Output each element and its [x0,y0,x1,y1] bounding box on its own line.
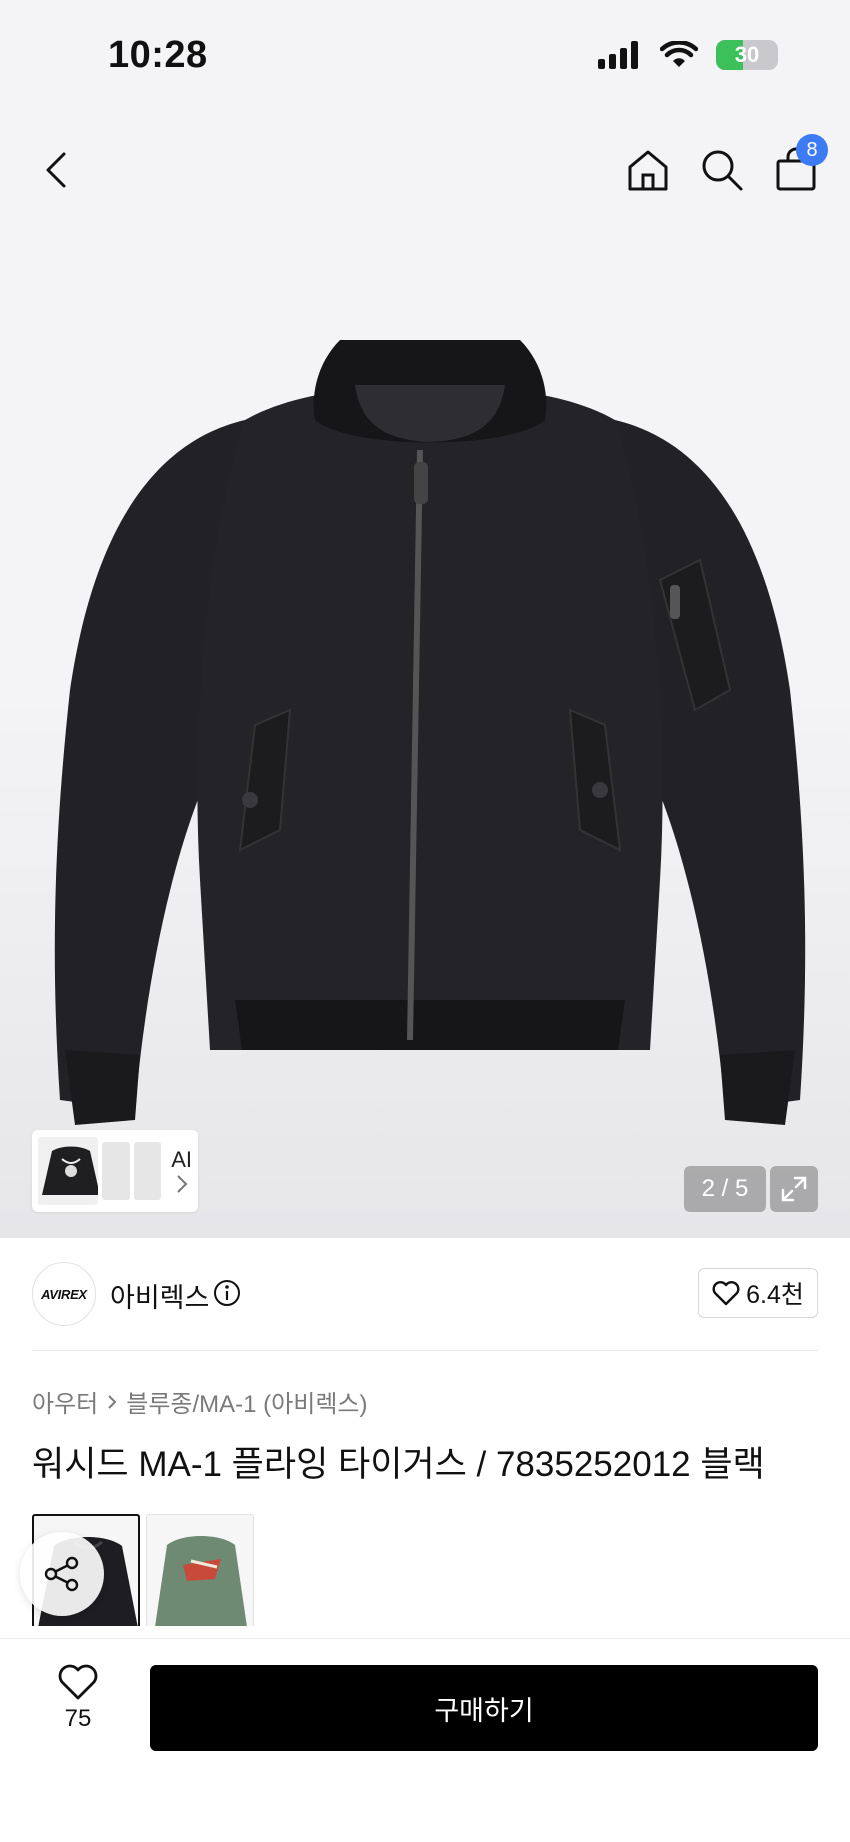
bottom-action-bar: 75 구매하기 [0,1638,850,1842]
info-icon[interactable] [212,1278,242,1308]
chevron-right-icon [176,1175,187,1193]
battery-level: 30 [734,42,760,67]
brand-like-button[interactable]: 6.4천 [698,1268,818,1318]
buy-button[interactable]: 구매하기 [150,1665,818,1751]
breadcrumb-subcategory[interactable]: 블루종/MA-1 (아비렉스) [126,1384,367,1419]
chevron-right-icon [108,1394,117,1409]
ai-more-link[interactable]: AI [171,1147,192,1195]
share-icon [44,1556,79,1592]
product-title: 워시드 MA-1 플라잉 타이거스 / 7835252012 블랙 [32,1445,765,1484]
product-image[interactable] [50,330,810,1130]
top-nav: 8 [0,130,850,210]
status-icons: 30 [598,40,778,70]
brand-row: AVIREX 아비렉스 6.4천 [32,1262,818,1326]
breadcrumb: 아우터 블루종/MA-1 (아비렉스) [32,1384,367,1419]
wishlist-count: 75 [64,1705,92,1732]
home-icon [628,150,668,191]
back-button[interactable] [36,140,76,200]
status-bar: 10:28 30 [0,0,850,110]
expand-button[interactable] [770,1166,818,1212]
ai-similar-preview[interactable]: AI [32,1130,198,1212]
heart-icon [58,1664,98,1700]
battery-icon: 30 [716,40,778,70]
share-button[interactable] [20,1532,104,1616]
ai-label: AI [171,1147,192,1172]
preview-thumb-1 [38,1137,99,1205]
signal-icon [598,41,638,69]
chevron-left-icon [46,152,66,188]
search-button[interactable] [698,140,746,200]
brand-name[interactable]: 아비렉스 [110,1276,209,1315]
wishlist-button[interactable]: 75 [48,1663,108,1733]
breadcrumb-category[interactable]: 아우터 [32,1384,98,1419]
cart-button[interactable]: 8 [772,134,828,200]
heart-icon [712,1281,740,1306]
cart-count-badge: 8 [796,134,828,166]
wifi-icon [660,41,698,67]
preview-thumb-3 [133,1142,162,1200]
divider [32,1350,818,1351]
color-option-green[interactable] [146,1514,254,1626]
expand-icon [781,1176,807,1202]
preview-thumb-2 [102,1142,130,1200]
home-button[interactable] [624,140,672,200]
status-time: 10:28 [108,34,208,76]
image-pager: 2 / 5 [684,1166,766,1212]
brand-like-count: 6.4천 [746,1281,804,1309]
search-icon [702,150,743,191]
product-gallery[interactable]: 10:28 30 8 AI 2 / 5 [0,0,850,1238]
brand-logo[interactable]: AVIREX [32,1262,96,1326]
